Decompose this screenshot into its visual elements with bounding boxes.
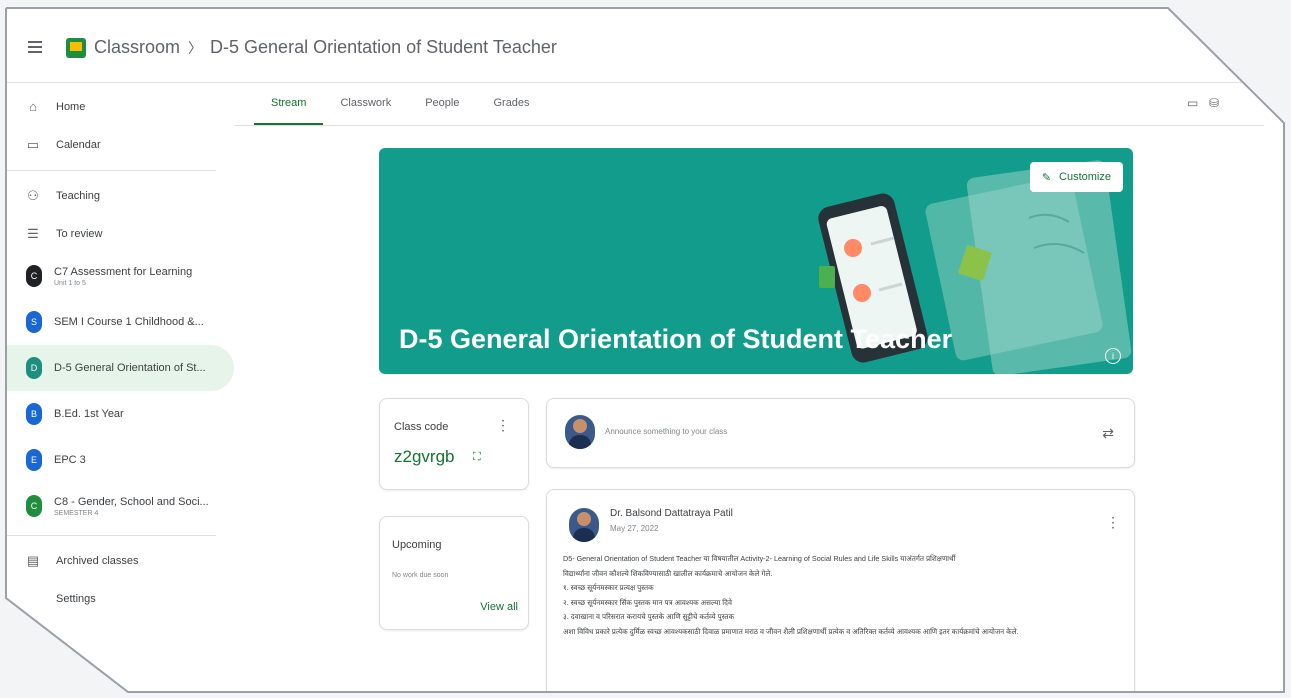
view-all-link[interactable]: View all bbox=[480, 601, 518, 613]
classroom-logo-icon[interactable] bbox=[66, 38, 86, 58]
author-avatar bbox=[569, 508, 599, 542]
sidebar-item-settings[interactable]: Settings bbox=[6, 580, 234, 618]
sidebar-item-teaching[interactable]: ⚇ Teaching bbox=[6, 177, 234, 215]
announce-box[interactable]: Announce something to your class ⇄ bbox=[546, 398, 1135, 468]
top-bar: Classroom 〉 D-5 General Orientation of Stu… bbox=[6, 8, 1284, 83]
more-vert-icon[interactable]: ⋮ bbox=[496, 417, 510, 434]
sidebar-item-calendar[interactable]: ▭ Calendar bbox=[6, 126, 234, 164]
class-code-label: Class code bbox=[394, 421, 449, 433]
post-line: ३. दवाखाना व परिसरात करायचे पुस्तके आणि … bbox=[563, 612, 735, 621]
sidebar-class-c7[interactable]: C C7 Assessment for Learning Unit 1 to 5 bbox=[6, 253, 234, 299]
chevron-right-icon: 〉 bbox=[188, 40, 203, 56]
class-section: Unit 1 to 5 bbox=[54, 279, 86, 287]
class-name: C7 Assessment for Learning bbox=[54, 265, 193, 278]
sidebar-class-sem1[interactable]: S SEM I Course 1 Childhood &... bbox=[6, 299, 234, 345]
sidebar-item-label: Archived classes bbox=[56, 555, 139, 567]
calendar-icon: ▭ bbox=[26, 137, 40, 152]
class-banner: D-5 General Orientation of Student Teach… bbox=[379, 148, 1133, 374]
class-name: SEM I Course 1 Childhood &... bbox=[54, 316, 204, 328]
archive-icon: ▤ bbox=[26, 553, 40, 568]
class-section: SEMESTER 4 bbox=[54, 509, 99, 517]
class-avatar: D bbox=[26, 357, 42, 379]
post-line: विद्यार्थ्यांना जीवन कौशल्ये शिकविण्यासा… bbox=[563, 568, 773, 578]
classroom-window: Classroom 〉 D-5 General Orientation of Stu… bbox=[6, 8, 1284, 692]
post-line: २. स्वच्छ सूर्यनमस्कार सिंक पुस्तक मान प… bbox=[563, 597, 732, 607]
class-avatar: C bbox=[26, 495, 42, 517]
info-icon[interactable]: i bbox=[1105, 348, 1121, 364]
sidebar-item-label: Settings bbox=[56, 593, 96, 605]
post-body: D5- General Orientation of Student Teach… bbox=[563, 552, 1123, 639]
class-code-value: z2gvrgb bbox=[394, 447, 455, 466]
stream-post: Dr. Balsond Dattatraya Patil May 27, 202… bbox=[546, 489, 1135, 692]
post-line: अशा विविध प्रकारे प्रत्येक दुर्मिळ स्वच्… bbox=[563, 626, 1019, 636]
announce-placeholder[interactable]: Announce something to your class bbox=[605, 427, 727, 436]
user-avatar bbox=[565, 415, 595, 449]
more-vert-icon[interactable]: ⋮ bbox=[1106, 514, 1120, 531]
sidebar-item-to-review[interactable]: ☰ To review bbox=[6, 215, 234, 253]
sidebar-item-label: Calendar bbox=[56, 139, 101, 151]
fullscreen-icon[interactable]: ⛶ bbox=[473, 451, 481, 464]
sidebar-class-c8[interactable]: C C8 - Gender, School and Soci... SEMESTE… bbox=[6, 483, 234, 529]
class-avatar: S bbox=[26, 311, 42, 333]
main-menu-icon[interactable] bbox=[28, 41, 42, 53]
sidebar-class-epc3[interactable]: E EPC 3 bbox=[6, 437, 234, 483]
calendar-icon[interactable]: ▭ bbox=[1187, 96, 1198, 110]
class-name: D-5 General Orientation of St... bbox=[54, 362, 206, 374]
home-icon: ⌂ bbox=[29, 99, 37, 114]
repost-icon[interactable]: ⇄ bbox=[1102, 425, 1114, 442]
sidebar: ⌂ Home ▭ Calendar ⚇ Teaching ☰ To review… bbox=[6, 88, 234, 688]
sidebar-item-archived[interactable]: ▤ Archived classes bbox=[6, 542, 234, 580]
tab-people[interactable]: People bbox=[408, 90, 476, 126]
class-title-crumb[interactable]: D-5 General Orientation of Student Teach… bbox=[210, 37, 557, 57]
people-icon: ⚇ bbox=[27, 188, 39, 203]
post-date: May 27, 2022 bbox=[610, 524, 659, 533]
tab-stream[interactable]: Stream bbox=[254, 90, 324, 126]
class-name: EPC 3 bbox=[54, 454, 86, 466]
class-name: C8 - Gender, School and Soci... bbox=[54, 495, 209, 508]
class-avatar: E bbox=[26, 449, 42, 471]
upcoming-card: Upcoming No work due soon View all bbox=[379, 516, 529, 630]
sidebar-class-d5[interactable]: D D-5 General Orientation of St... bbox=[6, 345, 234, 391]
class-name: B.Ed. 1st Year bbox=[54, 408, 124, 420]
assignment-icon: ☰ bbox=[27, 226, 39, 241]
sidebar-class-bed[interactable]: B B.Ed. 1st Year bbox=[6, 391, 234, 437]
class-code-card: Class code ⋮ z2gvrgb ⛶ bbox=[379, 398, 529, 490]
app-name-link[interactable]: Classroom bbox=[94, 37, 180, 57]
breadcrumb: Classroom 〉 D-5 General Orientation of Stu… bbox=[94, 37, 557, 58]
drive-folder-icon[interactable]: ⛁ bbox=[1209, 96, 1219, 110]
upcoming-empty-text: No work due soon bbox=[392, 572, 449, 579]
sidebar-divider bbox=[6, 170, 216, 171]
customize-button[interactable]: ✎ Customize bbox=[1029, 162, 1123, 192]
upcoming-label: Upcoming bbox=[392, 539, 442, 551]
customize-label: Customize bbox=[1059, 171, 1111, 183]
gear-icon bbox=[26, 592, 40, 606]
class-avatar: B bbox=[26, 403, 42, 425]
tab-divider bbox=[234, 125, 1264, 126]
post-author: Dr. Balsond Dattatraya Patil bbox=[610, 508, 733, 519]
class-tabs: Stream Classwork People Grades bbox=[254, 90, 547, 126]
sidebar-item-home[interactable]: ⌂ Home bbox=[6, 88, 234, 126]
sidebar-item-label: Home bbox=[56, 101, 86, 113]
sidebar-divider bbox=[6, 535, 216, 536]
sidebar-item-label: To review bbox=[56, 228, 103, 240]
tab-classwork[interactable]: Classwork bbox=[323, 90, 408, 126]
post-line: D5- General Orientation of Student Teach… bbox=[563, 554, 956, 563]
sidebar-item-label: Teaching bbox=[56, 190, 101, 202]
class-avatar: C bbox=[26, 265, 42, 287]
banner-title: D-5 General Orientation of Student Teach… bbox=[399, 324, 953, 354]
post-line: १. स्वच्छ सूर्यनमस्कार प्रत्यक्ष पुस्तक bbox=[563, 583, 654, 592]
tab-grades[interactable]: Grades bbox=[476, 90, 546, 126]
pencil-icon: ✎ bbox=[1041, 171, 1052, 184]
